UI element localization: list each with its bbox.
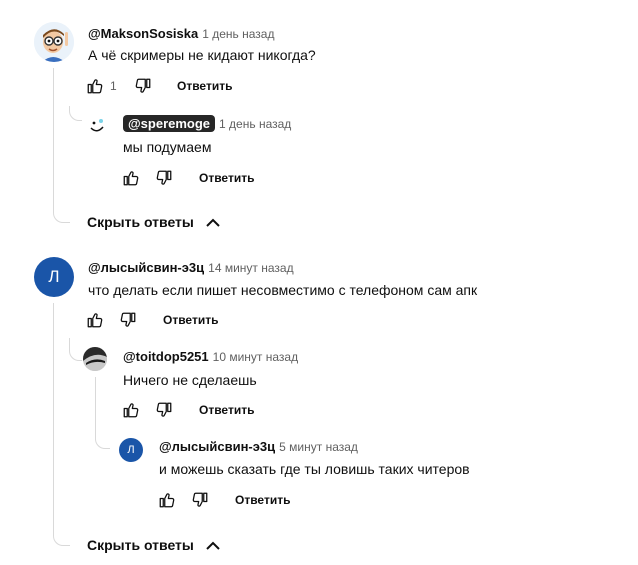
comment-header: @лысыйсвин-э3ц 14 минут назад [88,260,294,275]
thread-connector [53,529,70,546]
reply-text: и можешь сказать где ты ловишь таких чит… [159,461,470,477]
avatar-lysyysvin-small[interactable]: Л [119,438,143,462]
cartoon-avatar-icon [34,22,74,62]
reply-connector [95,436,110,449]
avatar-speremoge[interactable] [86,114,110,138]
chevron-up-icon [206,218,221,227]
thread-connector [53,206,70,223]
like-button[interactable] [122,169,140,187]
reply-header: @toitdop5251 10 минут назад [123,349,298,364]
reply-time[interactable]: 10 минут назад [213,350,298,364]
like-button[interactable] [158,491,176,509]
thread-line [53,68,54,212]
comment-text: что делать если пишет несовместимо с тел… [88,282,478,298]
comment-header: @MaksonSosiska 1 день назад [88,26,274,41]
reply-author-badge[interactable]: @speremoge [123,115,216,132]
reply-text: Ничего не сделаешь [123,372,257,388]
hide-replies-label: Скрыть ответы [87,214,194,230]
reply-button[interactable]: Ответить [199,171,254,185]
thumb-down-icon [191,491,209,509]
comment-author[interactable]: @MaksonSosiska [88,26,198,41]
dislike-button[interactable] [119,311,137,329]
reply-button[interactable]: Ответить [235,493,290,507]
comment-text: А чё скримеры не кидают никогда? [88,47,316,63]
dislike-button[interactable] [155,401,173,419]
reply-time[interactable]: 1 день назад [219,117,291,131]
like-button[interactable] [86,77,104,95]
avatar-makson[interactable] [34,22,74,62]
like-button[interactable] [122,401,140,419]
dislike-button[interactable] [191,491,209,509]
reply-header: @лысыйсвин-э3ц 5 минут назад [159,439,358,454]
thumb-down-icon [119,311,137,329]
avatar-letter: Л [127,444,135,456]
hide-replies-label: Скрыть ответы [87,537,194,553]
avatar-toitdop[interactable] [83,347,107,371]
comment-time[interactable]: 1 день назад [202,27,274,41]
reply-button[interactable]: Ответить [163,313,218,327]
dislike-button[interactable] [155,169,173,187]
reply-button[interactable]: Ответить [199,403,254,417]
reply-header: @speremoge 1 день назад [123,115,291,132]
thumb-down-icon [155,401,173,419]
thread-line [95,377,96,440]
reply-text: мы подумаем [123,139,212,155]
thumb-up-icon [86,77,104,95]
thumb-down-icon [134,77,152,95]
hide-replies-toggle[interactable]: Скрыть ответы [87,214,221,232]
avatar-letter: Л [48,267,60,286]
reply-connector [69,338,82,361]
reply-author[interactable]: @toitdop5251 [123,349,209,364]
thumb-down-icon [155,169,173,187]
chevron-up-icon [206,541,221,550]
comment-time[interactable]: 14 минут назад [208,261,293,275]
thumb-up-icon [122,169,140,187]
doodle-avatar-icon [90,119,104,132]
thumb-up-icon [158,491,176,509]
like-count: 1 [110,79,117,93]
photo-avatar-icon [83,347,107,371]
comment-author[interactable]: @лысыйсвин-э3ц [88,260,204,275]
reply-author[interactable]: @лысыйсвин-э3ц [159,439,275,454]
reply-connector [69,106,82,121]
thumb-up-icon [122,401,140,419]
thread-line [53,303,54,535]
hide-replies-toggle[interactable]: Скрыть ответы [87,537,221,555]
like-button[interactable] [86,311,104,329]
reply-time[interactable]: 5 минут назад [279,440,358,454]
reply-button[interactable]: Ответить [177,79,232,93]
avatar-lysyysvin[interactable]: Л [34,257,74,297]
dislike-button[interactable] [134,77,152,95]
thumb-up-icon [86,311,104,329]
